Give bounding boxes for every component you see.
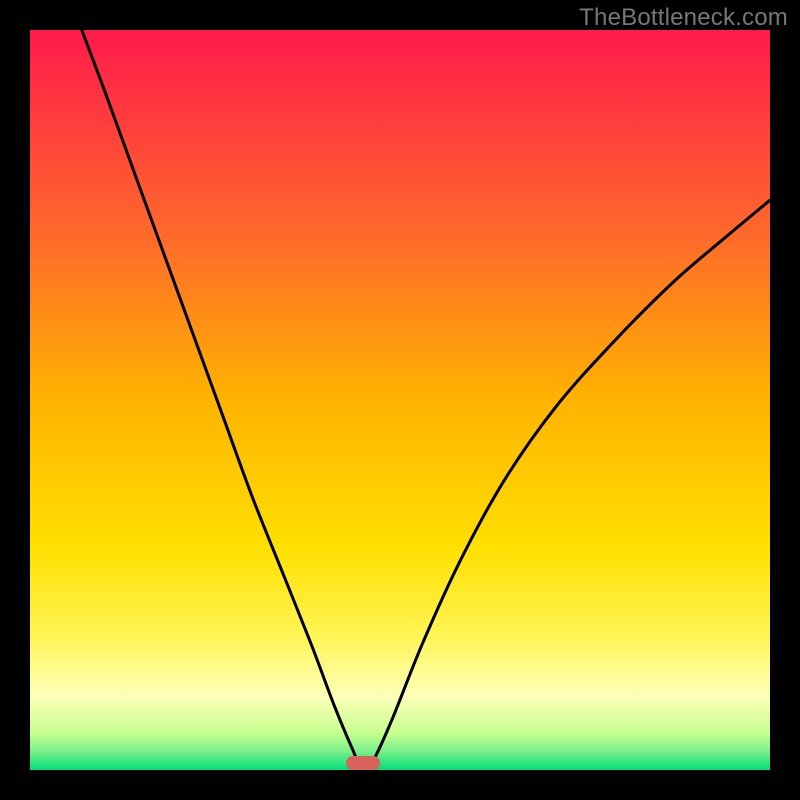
bottleneck-curve [82, 30, 770, 770]
chart-frame: TheBottleneck.com [0, 0, 800, 800]
curve-layer [30, 30, 770, 770]
watermark-text: TheBottleneck.com [579, 4, 788, 32]
optimal-marker [346, 756, 379, 770]
plot-area [30, 30, 770, 770]
